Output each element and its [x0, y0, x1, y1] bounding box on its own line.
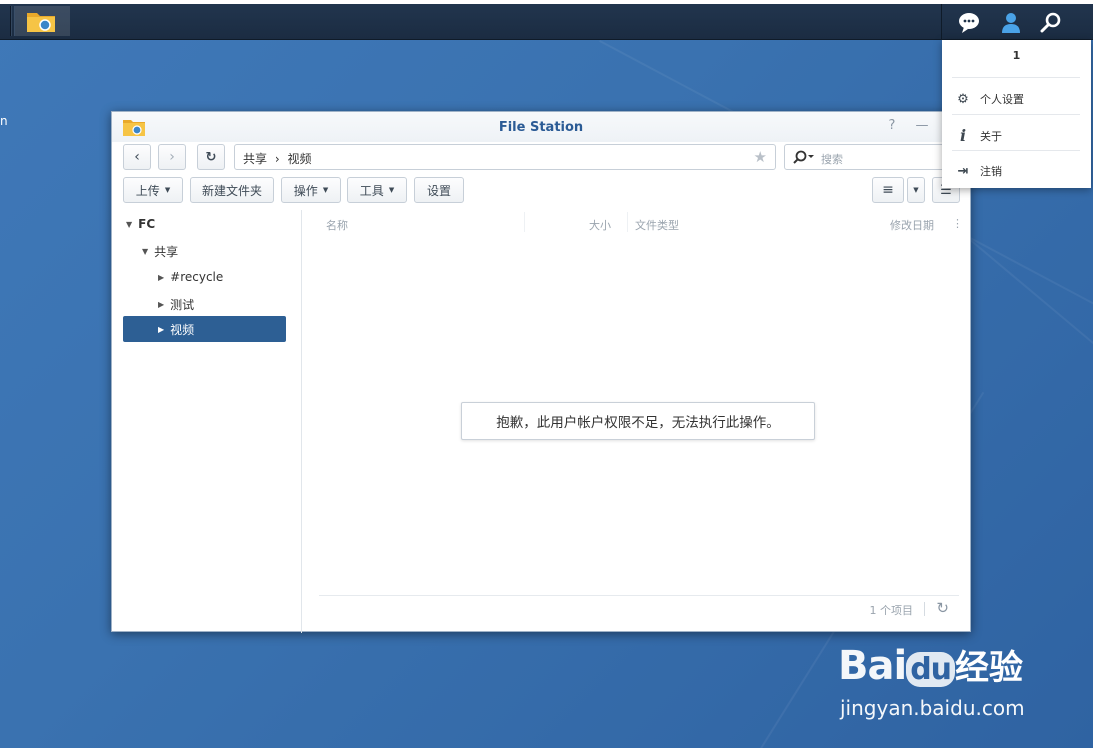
help-button[interactable]: ? — [884, 118, 900, 133]
action-label: 操作 — [293, 183, 318, 198]
tools-button[interactable]: 工具 ▼ — [347, 177, 407, 203]
tree-node-label: 视频 — [170, 322, 195, 337]
search-icon — [793, 150, 814, 164]
permission-error-message: 抱歉，此用户帐户权限不足，无法执行此操作。 — [461, 402, 815, 440]
refresh-icon[interactable]: ↻ — [936, 599, 949, 617]
column-header-size[interactable]: 大小 — [589, 217, 611, 233]
chevron-right-icon: › — [169, 149, 175, 165]
menu-item-personal-settings[interactable]: ⚙ 个人设置 — [956, 91, 1024, 107]
breadcrumb-current[interactable]: 视频 — [287, 152, 311, 166]
settings-label: 设置 — [426, 183, 451, 198]
refresh-button[interactable]: ↻ — [197, 144, 225, 170]
column-header-modified[interactable]: 修改日期 — [890, 217, 934, 233]
taskbar-tray — [941, 4, 1093, 40]
breadcrumb: 共享 › 视频 — [243, 150, 312, 167]
file-station-icon — [27, 13, 55, 32]
caret-right-icon[interactable]: ▶ — [158, 325, 164, 334]
logout-icon: ⇥ — [957, 163, 969, 179]
column-divider — [627, 212, 628, 232]
menu-item-label: 个人设置 — [980, 93, 1024, 106]
new-folder-button[interactable]: 新建文件夹 — [190, 177, 274, 203]
refresh-icon: ↻ — [205, 149, 217, 165]
caret-right-icon[interactable]: ▶ — [158, 273, 164, 282]
item-count: 1 个项目 — [869, 604, 914, 617]
tree-node-video[interactable]: ▶ 视频 — [123, 316, 286, 342]
address-bar[interactable]: 共享 › 视频 ★ — [234, 144, 776, 170]
status-bar: 1 个项目 ↻ — [319, 595, 959, 623]
breadcrumb-separator: › — [274, 152, 280, 166]
upload-button[interactable]: 上传 ▼ — [123, 177, 183, 203]
column-header-type[interactable]: 文件类型 — [635, 217, 679, 233]
chevron-left-icon: ‹ — [134, 149, 140, 165]
gear-icon: ⚙ — [957, 91, 969, 107]
chat-icon[interactable] — [958, 12, 980, 34]
tree-node-label: #recycle — [170, 270, 224, 284]
window-title: File Station — [498, 120, 584, 135]
taskbar — [0, 0, 1093, 40]
user-menu: 1 ⚙ 个人设置 i 关于 ⇥ 注销 — [942, 40, 1091, 188]
footer-divider — [924, 602, 925, 616]
caret-down-icon[interactable]: ▼ — [126, 220, 132, 229]
settings-button[interactable]: 设置 — [414, 177, 464, 203]
column-menu-icon[interactable]: ⋮ — [952, 217, 963, 230]
search-icon[interactable] — [1040, 12, 1062, 34]
desktop-edge-text: n — [0, 114, 8, 128]
caret-down-icon: ▼ — [164, 186, 171, 194]
menu-divider — [952, 114, 1080, 115]
menu-item-label: 关于 — [980, 129, 1002, 143]
file-station-window: File Station ? — □ ‹ › ↻ 共享 › 视频 ★ 搜索 上传 — [111, 111, 971, 633]
watermark-cn: 经验 — [955, 648, 1024, 688]
minimize-button[interactable]: — — [914, 118, 930, 133]
list-view-icon: ≡ — [882, 182, 894, 198]
menu-divider — [952, 77, 1080, 78]
tree-node-test[interactable]: ▶ 测试 — [158, 296, 194, 313]
username: 1 — [1012, 49, 1021, 62]
search-placeholder: 搜索 — [821, 153, 843, 166]
search-input[interactable]: 搜索 — [784, 144, 960, 170]
star-icon[interactable]: ★ — [754, 148, 767, 166]
menu-divider — [952, 150, 1080, 151]
screen-top-border — [0, 0, 1093, 4]
menu-item-logout[interactable]: ⇥ 注销 — [956, 163, 1002, 179]
tools-label: 工具 — [359, 183, 384, 198]
menu-item-about[interactable]: i 关于 — [956, 126, 1002, 145]
taskbar-file-station-button[interactable] — [14, 6, 70, 36]
user-icon[interactable] — [1000, 12, 1022, 34]
back-button[interactable]: ‹ — [123, 144, 151, 170]
tree-node-label: 测试 — [170, 298, 195, 312]
column-header-name[interactable]: 名称 — [326, 217, 348, 233]
upload-label: 上传 — [135, 183, 160, 198]
view-mode-button[interactable]: ≡ — [872, 177, 904, 203]
watermark-url: jingyan.baidu.com — [840, 696, 1025, 720]
tree-node-root[interactable]: ▼ FC — [126, 217, 155, 231]
caret-down-icon: ▼ — [913, 186, 919, 194]
tree-node-shared[interactable]: ▼ 共享 — [142, 243, 178, 260]
watermark-brand-paw: du — [906, 652, 956, 687]
window-titlebar[interactable]: File Station ? — □ — [112, 112, 970, 142]
forward-button[interactable]: › — [158, 144, 186, 170]
folder-tree: ▼ FC ▼ 共享 ▶ #recycle ▶ 测试 ▶ 视频 — [112, 210, 302, 633]
column-divider — [524, 212, 525, 232]
caret-right-icon[interactable]: ▶ — [158, 300, 164, 309]
caret-down-icon: ▼ — [388, 186, 395, 194]
tree-node-recycle[interactable]: ▶ #recycle — [158, 270, 223, 284]
baidu-jingyan-watermark: Bai du 经验 jingyan.baidu.com — [838, 640, 1025, 720]
tree-node-label: FC — [138, 217, 156, 231]
caret-down-icon[interactable]: ▼ — [142, 247, 148, 256]
caret-down-icon: ▼ — [322, 186, 329, 194]
menu-item-label: 注销 — [980, 165, 1002, 178]
action-button[interactable]: 操作 ▼ — [281, 177, 341, 203]
breadcrumb-root[interactable]: 共享 — [243, 152, 267, 166]
new-folder-label: 新建文件夹 — [201, 183, 262, 198]
info-icon: i — [959, 126, 967, 145]
tree-node-label: 共享 — [154, 245, 179, 259]
watermark-brand: Bai — [838, 643, 907, 689]
taskbar-separator — [10, 6, 12, 36]
view-mode-dropdown[interactable]: ▼ — [907, 177, 925, 203]
